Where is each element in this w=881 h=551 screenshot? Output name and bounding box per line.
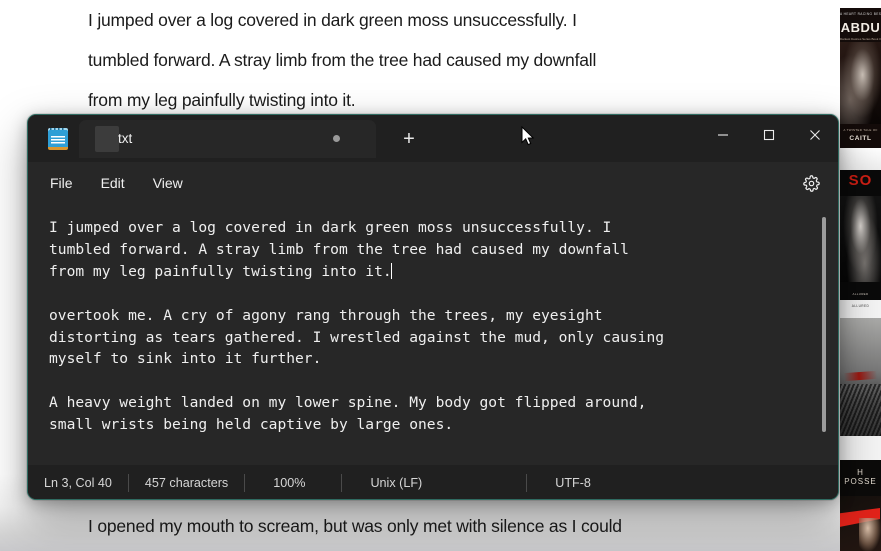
editor-content[interactable]: I jumped over a log covered in dark gree… (49, 217, 810, 436)
document-tab[interactable]: txt (79, 119, 376, 158)
title-bar[interactable]: txt + (28, 115, 838, 162)
new-tab-button[interactable]: + (393, 123, 425, 155)
cover-title: ABDU (840, 20, 881, 35)
gear-icon[interactable] (796, 168, 826, 198)
background-text-line: I jumped over a log covered in dark gree… (88, 10, 577, 30)
editor-scrollbar[interactable] (818, 203, 830, 465)
close-button[interactable] (792, 115, 838, 155)
notepad-icon (47, 127, 69, 150)
cover-subtitle: POSSE (844, 477, 877, 486)
cover-artwork (840, 42, 881, 124)
cover-footer-small: A TWISTED TALE OF (843, 128, 878, 132)
unsaved-changes-dot (333, 135, 340, 142)
book-cover-thumbnail[interactable]: SO ALLURED (840, 170, 881, 300)
background-paragraph-bottom: I opened my mouth to scream, but was onl… (88, 506, 808, 546)
status-encoding[interactable]: UTF-8 (527, 474, 607, 492)
book-cover-thumbnail[interactable] (840, 148, 881, 170)
book-cover-thumbnail[interactable]: ALLURED (840, 300, 881, 460)
cover-top-label: ALLURED (851, 304, 870, 308)
window-controls (700, 115, 838, 162)
minimize-button[interactable] (700, 115, 746, 155)
tab-title: txt (118, 131, 133, 146)
text-caret (390, 262, 393, 279)
maximize-button[interactable] (746, 115, 792, 155)
cover-footer-small: ALLURED (852, 292, 869, 296)
background-paragraph-top: I jumped over a log covered in dark gree… (88, 0, 788, 120)
status-bar: Ln 3, Col 40 457 characters 100% Unix (L… (28, 465, 838, 499)
status-line-endings[interactable]: Unix (LF) (342, 474, 526, 492)
background-text-line: I opened my mouth to scream, but was onl… (88, 516, 622, 536)
menu-item-view[interactable]: View (139, 169, 197, 197)
status-zoom-level[interactable]: 100% (245, 474, 341, 492)
menu-item-edit[interactable]: Edit (87, 169, 139, 197)
book-covers-rail: A HEART RACING BESTSELLER ABDU Darkest D… (840, 0, 881, 551)
cover-artwork (840, 496, 881, 551)
notepad-window: txt + File Edit View I jumped over a log… (27, 114, 839, 500)
status-character-count: 457 characters (144, 475, 229, 490)
text-editor-area[interactable]: I jumped over a log covered in dark gree… (28, 203, 838, 465)
tab-strip: txt + (79, 119, 425, 158)
cover-subtitle: Darkest Desires Series Book One (840, 37, 881, 41)
background-text-line: tumbled forward. A stray limb from the t… (88, 50, 597, 70)
status-cursor-position: Ln 3, Col 40 (44, 475, 112, 490)
book-cover-thumbnail[interactable]: A HEART RACING BESTSELLER ABDU Darkest D… (840, 8, 881, 148)
cover-title: H (857, 468, 864, 477)
scrollbar-thumb[interactable] (822, 217, 826, 432)
cover-author: CAITL (849, 135, 872, 142)
cover-artwork (840, 196, 881, 282)
menu-item-file[interactable]: File (36, 169, 87, 197)
book-cover-thumbnail[interactable]: H POSSE (840, 460, 881, 551)
cover-top-label: A HEART RACING BESTSELLER (840, 12, 881, 16)
cover-title: SO (848, 172, 873, 189)
redacted-filename-block (95, 125, 119, 152)
menu-bar: File Edit View (28, 162, 838, 203)
